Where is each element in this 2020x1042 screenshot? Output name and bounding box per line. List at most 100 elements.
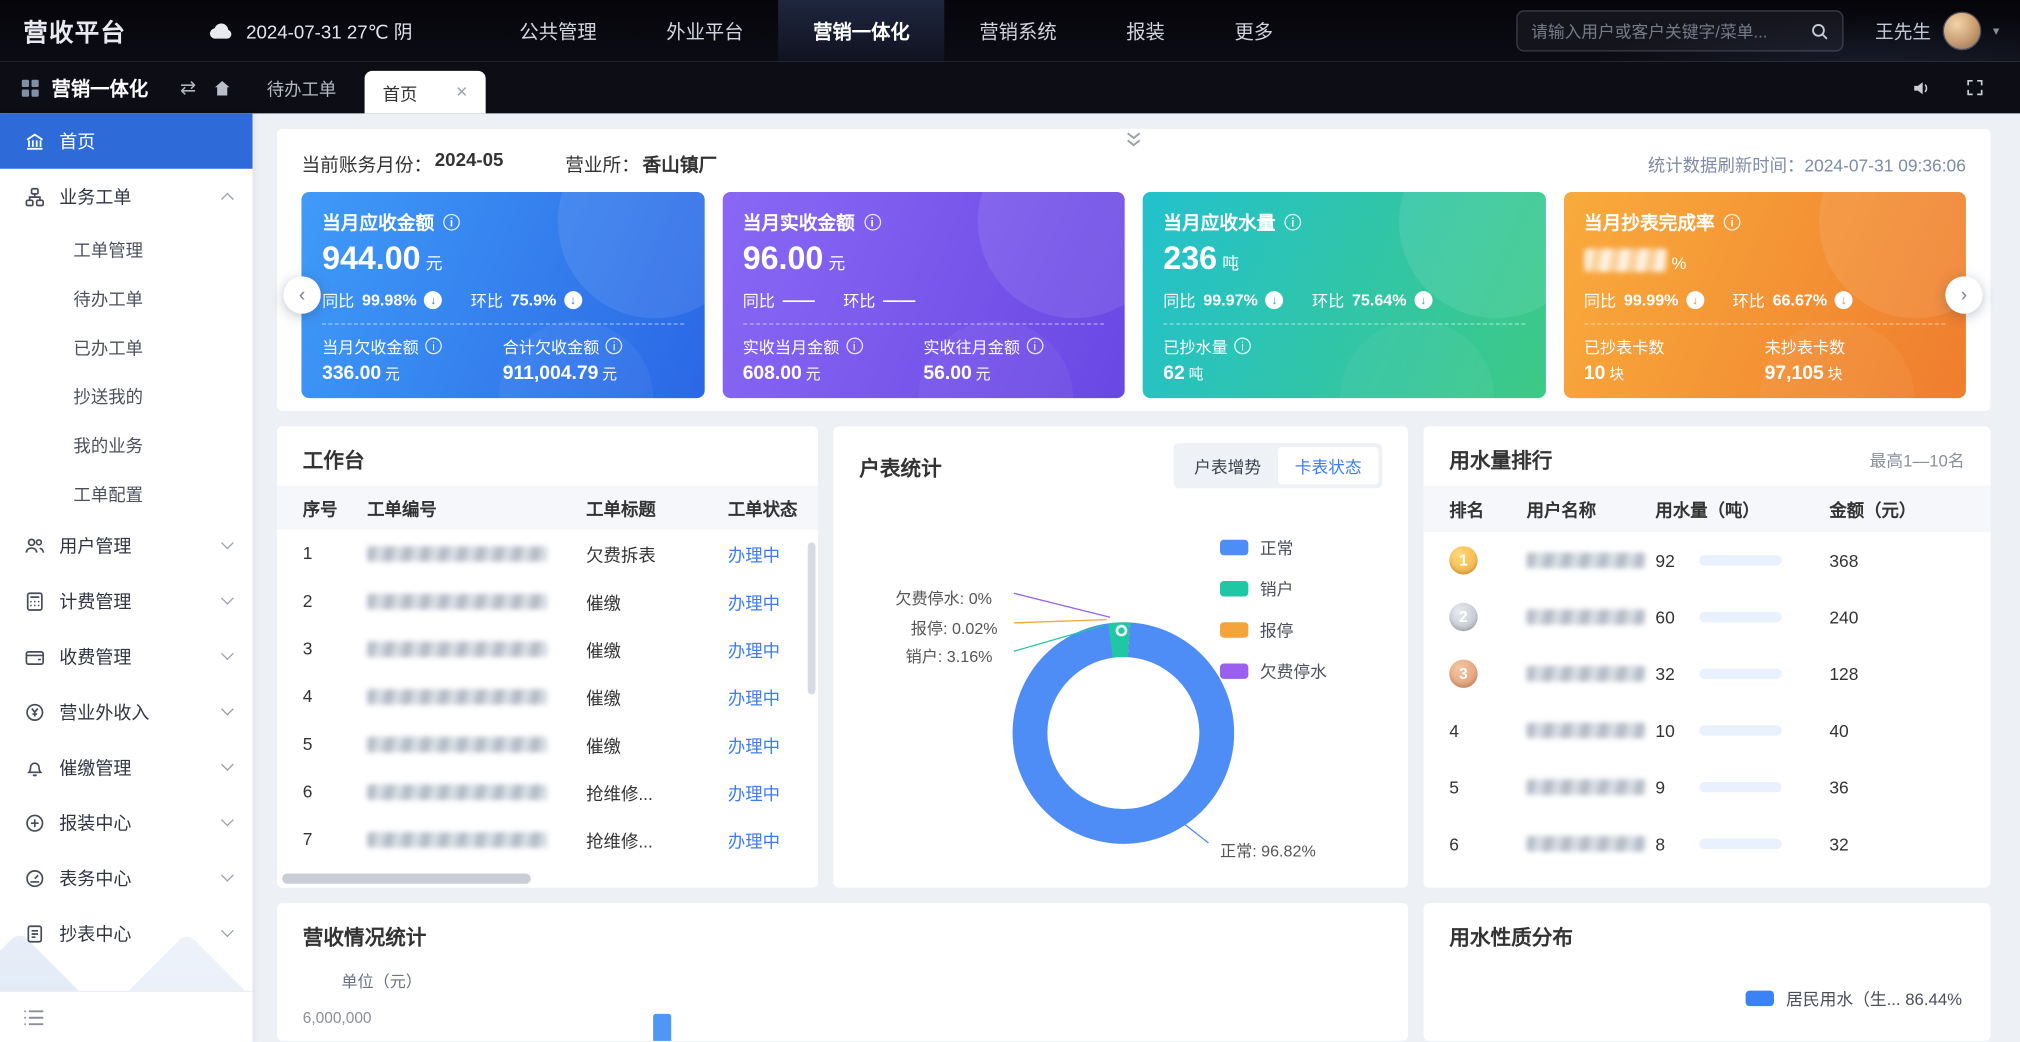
tab-pending-orders[interactable]: 待办工单 xyxy=(238,62,364,114)
business-office-value: 香山镇厂 xyxy=(642,150,717,177)
tab-bar: 营销一体化 ⇄ 待办工单 首页 × xyxy=(0,62,2020,114)
sidebar-item-home[interactable]: 首页 xyxy=(0,113,253,168)
carousel-next-button[interactable]: › xyxy=(1945,276,1982,313)
sidebar-item-meter-reading-center[interactable]: 抄表中心 xyxy=(0,906,253,961)
sidebar-item-billing-mgmt[interactable]: 计费管理 xyxy=(0,573,253,628)
sidebar-item-meter-assets-center[interactable]: 表务中心 xyxy=(0,850,253,905)
table-row-partial[interactable] xyxy=(1424,872,1991,887)
sidebar-subitem-order-mgmt[interactable]: 工单管理 xyxy=(0,224,253,273)
sidebar-item-label: 收费管理 xyxy=(59,643,208,669)
search-input[interactable] xyxy=(1531,21,1811,40)
table-row[interactable]: 1欠费拆表办理中 xyxy=(277,529,818,577)
avatar[interactable] xyxy=(1943,12,1982,51)
sidebar-subitem-cc-me[interactable]: 抄送我的 xyxy=(0,371,253,420)
sidebar-subitem-pending-orders[interactable]: 待办工单 xyxy=(0,273,253,322)
order-status-link[interactable]: 办理中 xyxy=(728,540,818,566)
info-icon[interactable]: i xyxy=(1724,214,1741,231)
legend-item[interactable]: 销户 xyxy=(1220,576,1327,600)
trend-down-icon: ↓ xyxy=(1266,291,1284,309)
meter-donut[interactable] xyxy=(1013,622,1235,844)
order-status-link[interactable]: 办理中 xyxy=(728,826,818,852)
business-office: 营业所： 香山镇厂 xyxy=(565,150,717,177)
app-badge: 营销一体化 xyxy=(21,74,149,101)
chevron-down-icon xyxy=(221,703,234,716)
sidebar-item-collection-mgmt[interactable]: 催缴管理 xyxy=(0,739,253,794)
info-icon[interactable]: i xyxy=(606,338,623,355)
table-row[interactable]: 2催缴办理中 xyxy=(277,577,818,625)
trend-down-icon: ↓ xyxy=(424,291,442,309)
card-trend: 同比—— 环比—— xyxy=(743,287,1104,311)
tab-home[interactable]: 首页 × xyxy=(365,71,486,114)
order-status-link[interactable]: 办理中 xyxy=(728,588,818,614)
collapse-icon[interactable] xyxy=(1111,129,1156,151)
redacted-order-no xyxy=(367,832,547,847)
app-root: 营收平台 2024-07-31 27℃ 阴 公共管理 外业平台 营销一体化 营销… xyxy=(0,0,2020,1042)
callout-normal: 正常: 96.82% xyxy=(1220,837,1316,861)
horizontal-scrollbar[interactable] xyxy=(282,873,531,883)
speaker-icon[interactable] xyxy=(1904,62,1937,114)
meter-stats-panel: 户表统计 户表增势 卡表状态 正常 销户 报停 欠费停水 xyxy=(834,426,1409,887)
chart-legend[interactable]: 居民用水（生... 86.44% xyxy=(1746,986,1962,1010)
nav-item-marketing-suite[interactable]: 营销一体化 xyxy=(778,0,944,62)
search-icon[interactable] xyxy=(1811,21,1830,40)
global-search[interactable] xyxy=(1517,10,1844,51)
overview-section: 当前账务月份： 2024-05 营业所： 香山镇厂 统计数据刷新时间：2024-… xyxy=(277,129,1990,411)
workbench-panel: 工作台 序号工单编号工单标题工单状态 1欠费拆表办理中 2催缴办理中 3催缴办理… xyxy=(277,426,818,887)
tab-meter-growth[interactable]: 户表增势 xyxy=(1177,447,1278,484)
order-status-link[interactable]: 办理中 xyxy=(728,731,818,757)
info-icon[interactable]: i xyxy=(846,338,863,355)
legend-label: 居民用水（生... 86.44% xyxy=(1786,986,1962,1010)
panel-title: 户表统计 xyxy=(859,450,941,481)
sidebar-item-install-center[interactable]: 报装中心 xyxy=(0,795,253,850)
home-icon[interactable] xyxy=(205,62,238,114)
chevron-down-icon[interactable]: ▾ xyxy=(1993,24,1999,38)
info-icon[interactable]: i xyxy=(1026,338,1043,355)
sidebar-subitem-done-orders[interactable]: 已办工单 xyxy=(0,322,253,371)
sidebar-item-fee-mgmt[interactable]: 收费管理 xyxy=(0,629,253,684)
sidebar-subitem-my-business[interactable]: 我的业务 xyxy=(0,420,253,469)
table-row[interactable]: 5催缴办理中 xyxy=(277,720,818,768)
info-icon[interactable]: i xyxy=(1284,214,1301,231)
nav-item-field-platform[interactable]: 外业平台 xyxy=(631,0,778,62)
tab-card-meter-status[interactable]: 卡表状态 xyxy=(1278,447,1379,484)
order-status-link[interactable]: 办理中 xyxy=(728,636,818,662)
carousel-prev-button[interactable]: ‹ xyxy=(283,276,320,313)
info-icon[interactable]: i xyxy=(425,338,442,355)
fullscreen-icon[interactable] xyxy=(1958,62,1991,114)
legend-item[interactable]: 欠费停水 xyxy=(1220,658,1327,682)
close-icon[interactable]: × xyxy=(456,81,467,103)
sidebar-subitem-order-config[interactable]: 工单配置 xyxy=(0,469,253,518)
transfer-icon[interactable]: ⇄ xyxy=(171,62,204,114)
order-status-link[interactable]: 办理中 xyxy=(728,683,818,709)
sidebar-item-label: 首页 xyxy=(59,128,232,154)
nav-item-public-mgmt[interactable]: 公共管理 xyxy=(485,0,632,62)
info-icon[interactable]: i xyxy=(1234,338,1251,355)
table-row[interactable]: 6抢维修...办理中 xyxy=(277,768,818,816)
user-menu[interactable]: 王先生 ▾ xyxy=(1875,12,1999,51)
table-row[interactable]: 4 10 40 xyxy=(1424,702,1991,759)
table-row[interactable]: 7抢维修...办理中 xyxy=(277,815,818,863)
sidebar-item-user-mgmt[interactable]: 用户管理 xyxy=(0,518,253,573)
table-row[interactable]: 2 60 240 xyxy=(1424,589,1991,646)
info-icon[interactable]: i xyxy=(864,214,881,231)
vertical-scrollbar[interactable] xyxy=(808,542,816,694)
table-row[interactable]: 4催缴办理中 xyxy=(277,672,818,720)
nav-item-marketing-system[interactable]: 营销系统 xyxy=(945,0,1092,62)
nav-item-install[interactable]: 报装 xyxy=(1091,0,1199,62)
chevron-down-icon xyxy=(221,647,234,660)
table-row[interactable]: 3催缴办理中 xyxy=(277,625,818,673)
sidebar-item-label: 计费管理 xyxy=(59,588,208,614)
table-row[interactable]: 6 8 32 xyxy=(1424,815,1991,872)
sidebar-item-non-operating-income[interactable]: 营业外收入 xyxy=(0,684,253,739)
legend-swatch xyxy=(1746,990,1774,1005)
table-row[interactable]: 1 92 368 xyxy=(1424,532,1991,589)
table-row[interactable]: 3 32 128 xyxy=(1424,645,1991,702)
sidebar-item-work-orders[interactable]: 业务工单 xyxy=(0,169,253,224)
table-row[interactable]: 5 9 36 xyxy=(1424,759,1991,816)
nav-item-more[interactable]: 更多 xyxy=(1200,0,1308,62)
menu-list-icon[interactable] xyxy=(23,1008,44,1026)
legend-item[interactable]: 报停 xyxy=(1220,617,1327,641)
order-status-link[interactable]: 办理中 xyxy=(728,779,818,805)
legend-item[interactable]: 正常 xyxy=(1220,535,1327,559)
info-icon[interactable]: i xyxy=(443,214,460,231)
